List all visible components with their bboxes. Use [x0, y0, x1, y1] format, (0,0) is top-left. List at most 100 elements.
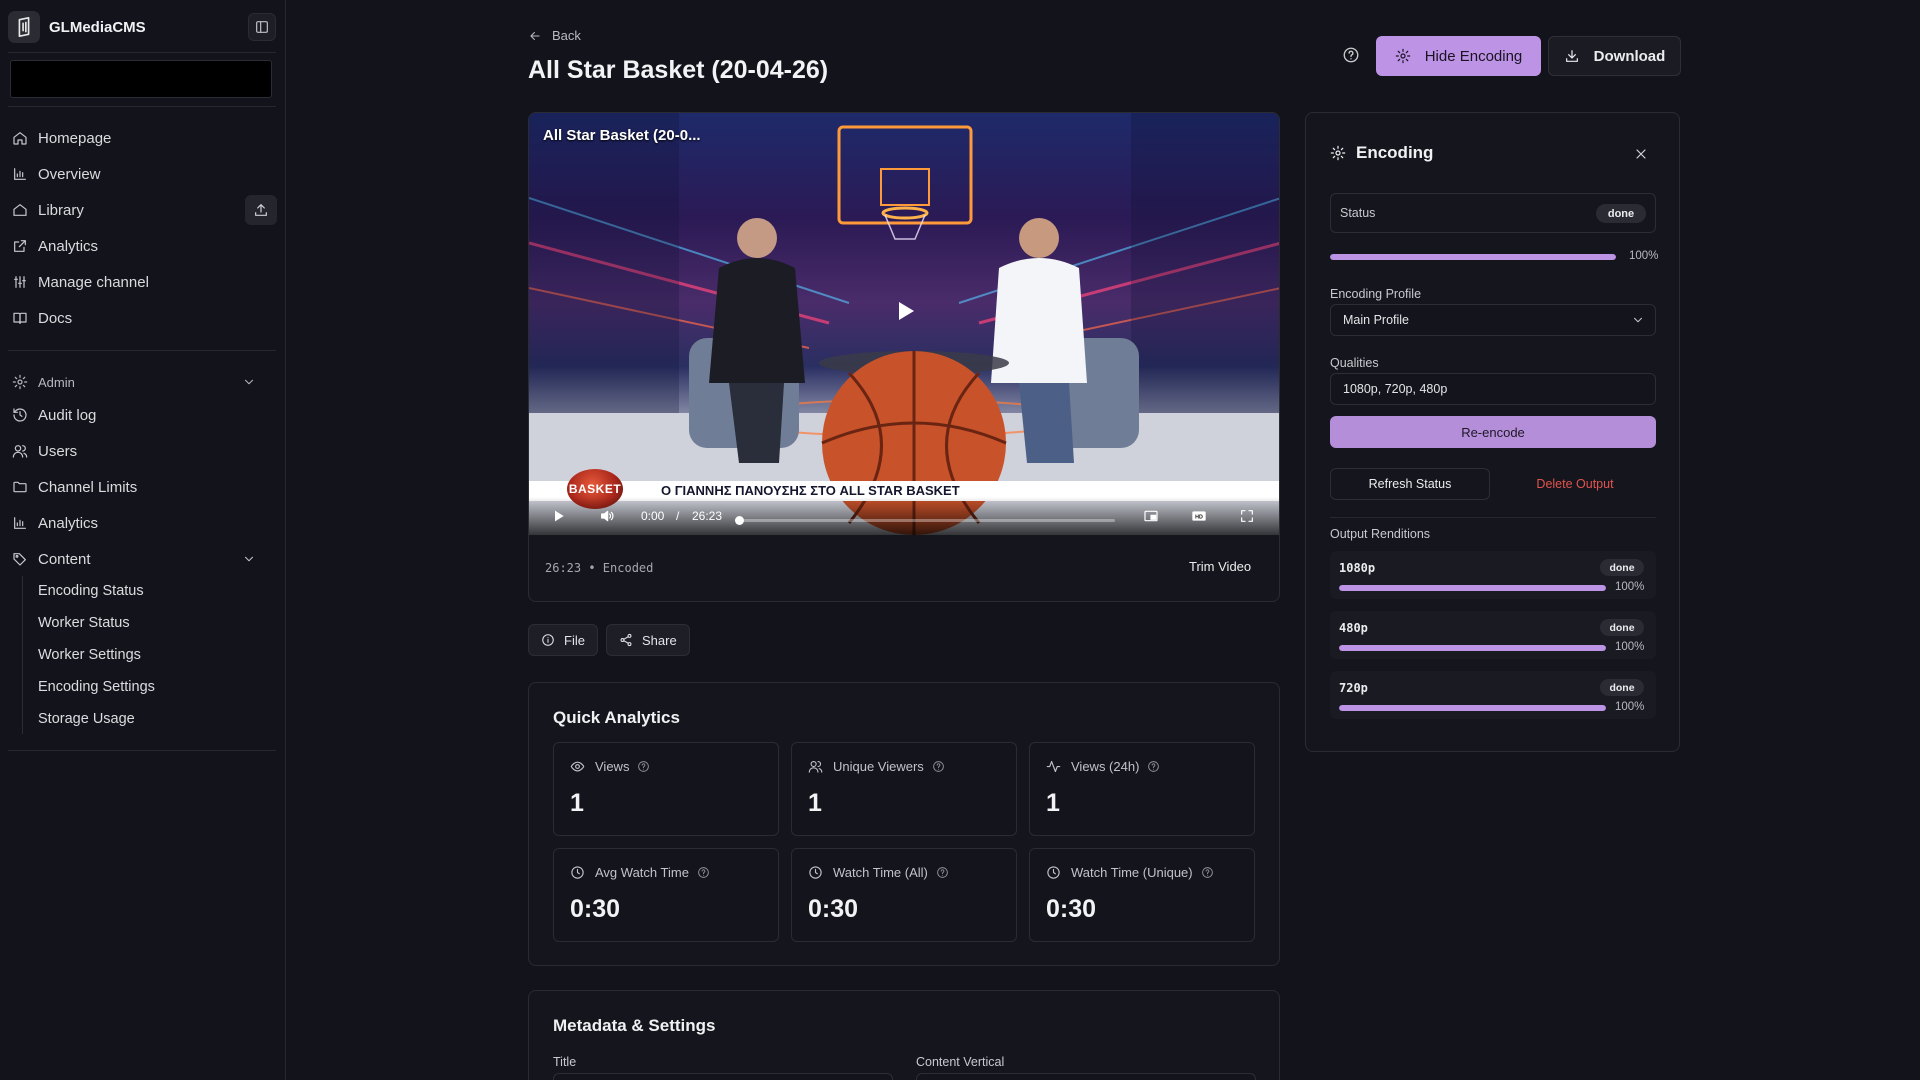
nav-manage-channel[interactable]: Manage channel — [12, 267, 274, 297]
nav-encoding-status[interactable]: Encoding Status — [38, 579, 144, 603]
stat-value: 1 — [1046, 789, 1060, 817]
stat-label-text: Views — [595, 759, 630, 774]
encoding-profile-select[interactable]: Main Profile — [1330, 304, 1656, 336]
eye-icon — [570, 761, 585, 772]
nav-label: Analytics — [38, 514, 99, 532]
help-circle-icon — [1343, 47, 1359, 63]
share-button[interactable]: Share — [606, 624, 690, 656]
quality-button[interactable]: HD — [1191, 508, 1207, 524]
nav-worker-status[interactable]: Worker Status — [38, 611, 130, 635]
stat-label: Avg Watch Time — [570, 865, 720, 880]
brand-logo-icon — [8, 11, 40, 43]
help-circle-icon[interactable] — [936, 866, 949, 879]
nav-analytics[interactable]: Analytics — [12, 231, 274, 261]
stat-avg-watch-time: Avg Watch Time 0:30 — [553, 848, 779, 942]
rendition-item: 720p done 100% — [1330, 671, 1656, 719]
status-badge: done — [1596, 204, 1646, 223]
close-icon — [1636, 149, 1646, 159]
nav-label: Manage channel — [38, 273, 149, 291]
seek-bar[interactable] — [735, 516, 1115, 525]
help-circle-icon[interactable] — [637, 760, 650, 773]
stat-value: 1 — [808, 789, 822, 817]
nav-label: Library — [38, 201, 84, 219]
hide-encoding-label: Hide Encoding — [1424, 47, 1523, 65]
qualities-input[interactable]: 1080p, 720p, 480p — [1330, 373, 1656, 405]
volume-icon — [601, 510, 614, 522]
encoding-header: Encoding — [1330, 143, 1433, 163]
rendition-name: 1080p — [1339, 561, 1376, 575]
nav-label: Overview — [38, 165, 101, 183]
help-button[interactable] — [1342, 46, 1362, 66]
nav-docs[interactable]: Docs — [12, 303, 274, 333]
play-button[interactable] — [551, 508, 567, 524]
seek-handle[interactable] — [735, 516, 744, 525]
stat-label-text: Watch Time (All) — [833, 865, 928, 880]
bar-chart-icon — [14, 168, 26, 180]
clock-icon — [809, 866, 822, 879]
fullscreen-button[interactable] — [1239, 508, 1255, 524]
nav-worker-settings[interactable]: Worker Settings — [38, 643, 141, 667]
content-section-toggle[interactable]: Content — [12, 544, 274, 574]
download-button[interactable]: Download — [1548, 36, 1681, 76]
qualities-label: Qualities — [1330, 356, 1379, 370]
help-circle-icon[interactable] — [697, 866, 710, 879]
stat-value: 0:30 — [808, 895, 859, 923]
users-icon — [808, 760, 823, 773]
svg-text:HD: HD — [1195, 514, 1203, 520]
back-link[interactable]: Back — [528, 28, 581, 43]
nav-homepage[interactable]: Homepage — [12, 123, 274, 153]
rendition-progress-fill — [1339, 585, 1606, 591]
sidebar-toggle-button[interactable] — [248, 13, 276, 41]
rendition-status-badge: done — [1600, 619, 1644, 636]
help-circle-icon[interactable] — [1201, 866, 1214, 879]
nav-channel-limits[interactable]: Channel Limits — [12, 472, 274, 502]
admin-label: Admin — [38, 374, 75, 390]
rendition-progress-bar — [1339, 645, 1606, 651]
sliders-icon — [14, 276, 26, 288]
library-icon — [13, 204, 27, 216]
nav-storage-usage[interactable]: Storage Usage — [38, 707, 135, 731]
file-button[interactable]: File — [528, 624, 598, 656]
re-encode-button[interactable]: Re-encode — [1330, 416, 1656, 448]
stat-watch-time-unique: Watch Time (Unique) 0:30 — [1029, 848, 1255, 942]
panel-left-icon — [256, 21, 268, 33]
play-icon — [555, 510, 564, 522]
title-field-label: Title — [553, 1055, 577, 1069]
stat-label-text: Watch Time (Unique) — [1071, 865, 1193, 880]
sidebar-search-input[interactable] — [10, 60, 272, 98]
nav-label: Audit log — [38, 406, 97, 424]
trim-video-button[interactable]: Trim Video — [1189, 559, 1251, 574]
nav-label: Homepage — [38, 129, 112, 147]
delete-output-button[interactable]: Delete Output — [1494, 468, 1656, 500]
book-icon — [13, 312, 27, 324]
encoding-title: Encoding — [1356, 143, 1434, 162]
nav-overview[interactable]: Overview — [12, 159, 274, 189]
play-overlay-button[interactable] — [893, 299, 917, 323]
title-input[interactable] — [553, 1073, 893, 1080]
volume-button[interactable] — [599, 508, 615, 524]
nav-library[interactable]: Library — [12, 195, 274, 225]
stat-label-text: Views (24h) — [1071, 759, 1140, 774]
help-circle-icon[interactable] — [932, 760, 945, 773]
content-vertical-select[interactable] — [916, 1073, 1256, 1080]
gear-icon — [1330, 145, 1346, 161]
nav-users[interactable]: Users — [12, 436, 274, 466]
tag-icon — [13, 553, 26, 566]
duration: 26:23 — [692, 509, 723, 523]
encoding-progress-bar — [1330, 254, 1616, 260]
nav-encoding-settings[interactable]: Encoding Settings — [38, 675, 155, 699]
refresh-status-button[interactable]: Refresh Status — [1330, 468, 1490, 500]
upload-button[interactable] — [245, 195, 277, 225]
brand[interactable]: GLMediaCMS — [8, 10, 278, 44]
help-circle-icon[interactable] — [1147, 760, 1160, 773]
nav-audit-log[interactable]: Audit log — [12, 400, 274, 430]
video-player[interactable]: All Star Basket (20-0... Ο ΓΙΑΝΝΗΣ ΠΑΝΟΥ… — [529, 113, 1279, 535]
nav-admin-analytics[interactable]: Analytics — [12, 508, 274, 538]
stat-label: Views (24h) — [1046, 759, 1170, 774]
encoding-progress-label: 100% — [1629, 250, 1659, 262]
picture-in-picture-button[interactable] — [1143, 508, 1159, 524]
hide-encoding-button[interactable]: Hide Encoding — [1376, 36, 1541, 76]
close-encoding-button[interactable] — [1633, 146, 1649, 162]
sidebar: GLMediaCMS Homepage Overview Library Ana… — [0, 0, 286, 1080]
admin-section-toggle[interactable]: Admin — [12, 370, 274, 394]
